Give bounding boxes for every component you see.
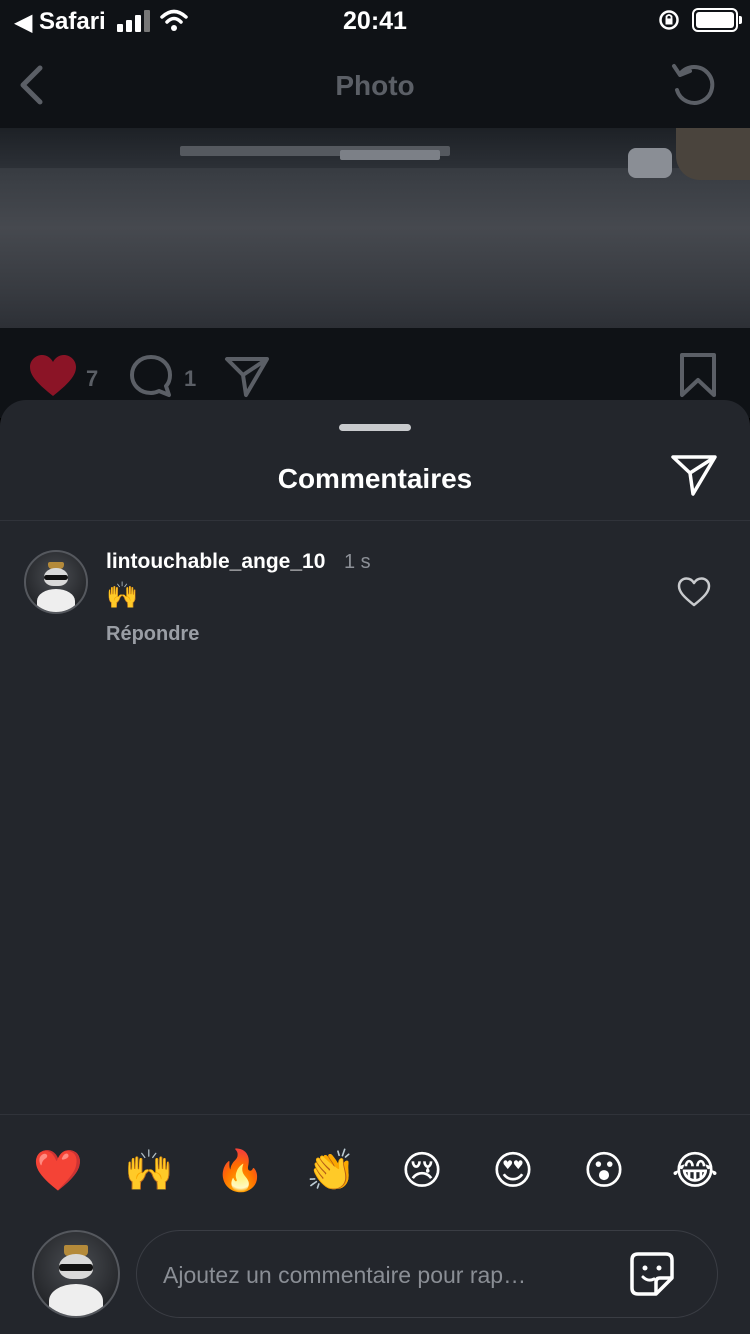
comment-timestamp: 1 s — [344, 551, 371, 573]
paper-plane-icon[interactable] — [670, 452, 718, 498]
divider — [0, 1114, 750, 1115]
refresh-icon[interactable] — [668, 60, 720, 110]
avatar[interactable] — [24, 550, 88, 614]
clock: 20:41 — [343, 7, 407, 35]
sheet-title: Commentaires — [277, 463, 473, 494]
bookmark-icon[interactable] — [678, 352, 718, 398]
status-bar: ◀ Safari 20:41 — [0, 0, 750, 42]
page-title: Photo — [335, 70, 415, 101]
comment-input[interactable] — [163, 1251, 633, 1299]
post-photo[interactable] — [0, 128, 750, 328]
current-user-avatar[interactable] — [32, 1230, 120, 1318]
comments-sheet: Commentaires lintouchable_ange_10 1 s 🙌 … — [0, 400, 750, 1334]
sticker-icon[interactable] — [629, 1251, 675, 1297]
quick-reactions-bar: ❤️ 🙌 🔥 👏 😢 😍 😮 😂 — [0, 1138, 750, 1204]
paper-plane-icon[interactable] — [224, 354, 270, 398]
comment-icon[interactable] — [128, 354, 174, 398]
nav-bar: Photo — [0, 42, 750, 128]
reaction-surprised[interactable]: 😮 — [579, 1146, 629, 1196]
comment-item: lintouchable_ange_10 1 s 🙌 Répondre — [0, 522, 750, 662]
like-count[interactable]: 7 — [86, 366, 98, 392]
reaction-clap[interactable]: 👏 — [306, 1146, 356, 1196]
reaction-laughing[interactable]: 😂 — [670, 1146, 720, 1196]
reaction-heart-eyes[interactable]: 😍 — [488, 1146, 538, 1196]
reaction-fire[interactable]: 🔥 — [215, 1146, 265, 1196]
comment-count[interactable]: 1 — [184, 366, 196, 392]
comment-composer — [136, 1230, 718, 1318]
sheet-grabber[interactable] — [339, 424, 411, 431]
divider — [0, 520, 750, 521]
heart-filled-icon[interactable] — [28, 354, 78, 398]
comment-username[interactable]: lintouchable_ange_10 — [106, 550, 325, 574]
comment-text: 🙌 — [106, 580, 139, 610]
heart-outline-icon[interactable] — [676, 576, 712, 608]
orientation-lock-icon — [659, 10, 679, 30]
reply-button[interactable]: Répondre — [106, 623, 199, 646]
reaction-crying[interactable]: 😢 — [397, 1146, 447, 1196]
reaction-raised-hands[interactable]: 🙌 — [124, 1146, 174, 1196]
reaction-heart[interactable]: ❤️ — [33, 1146, 83, 1196]
battery-icon — [692, 8, 742, 32]
